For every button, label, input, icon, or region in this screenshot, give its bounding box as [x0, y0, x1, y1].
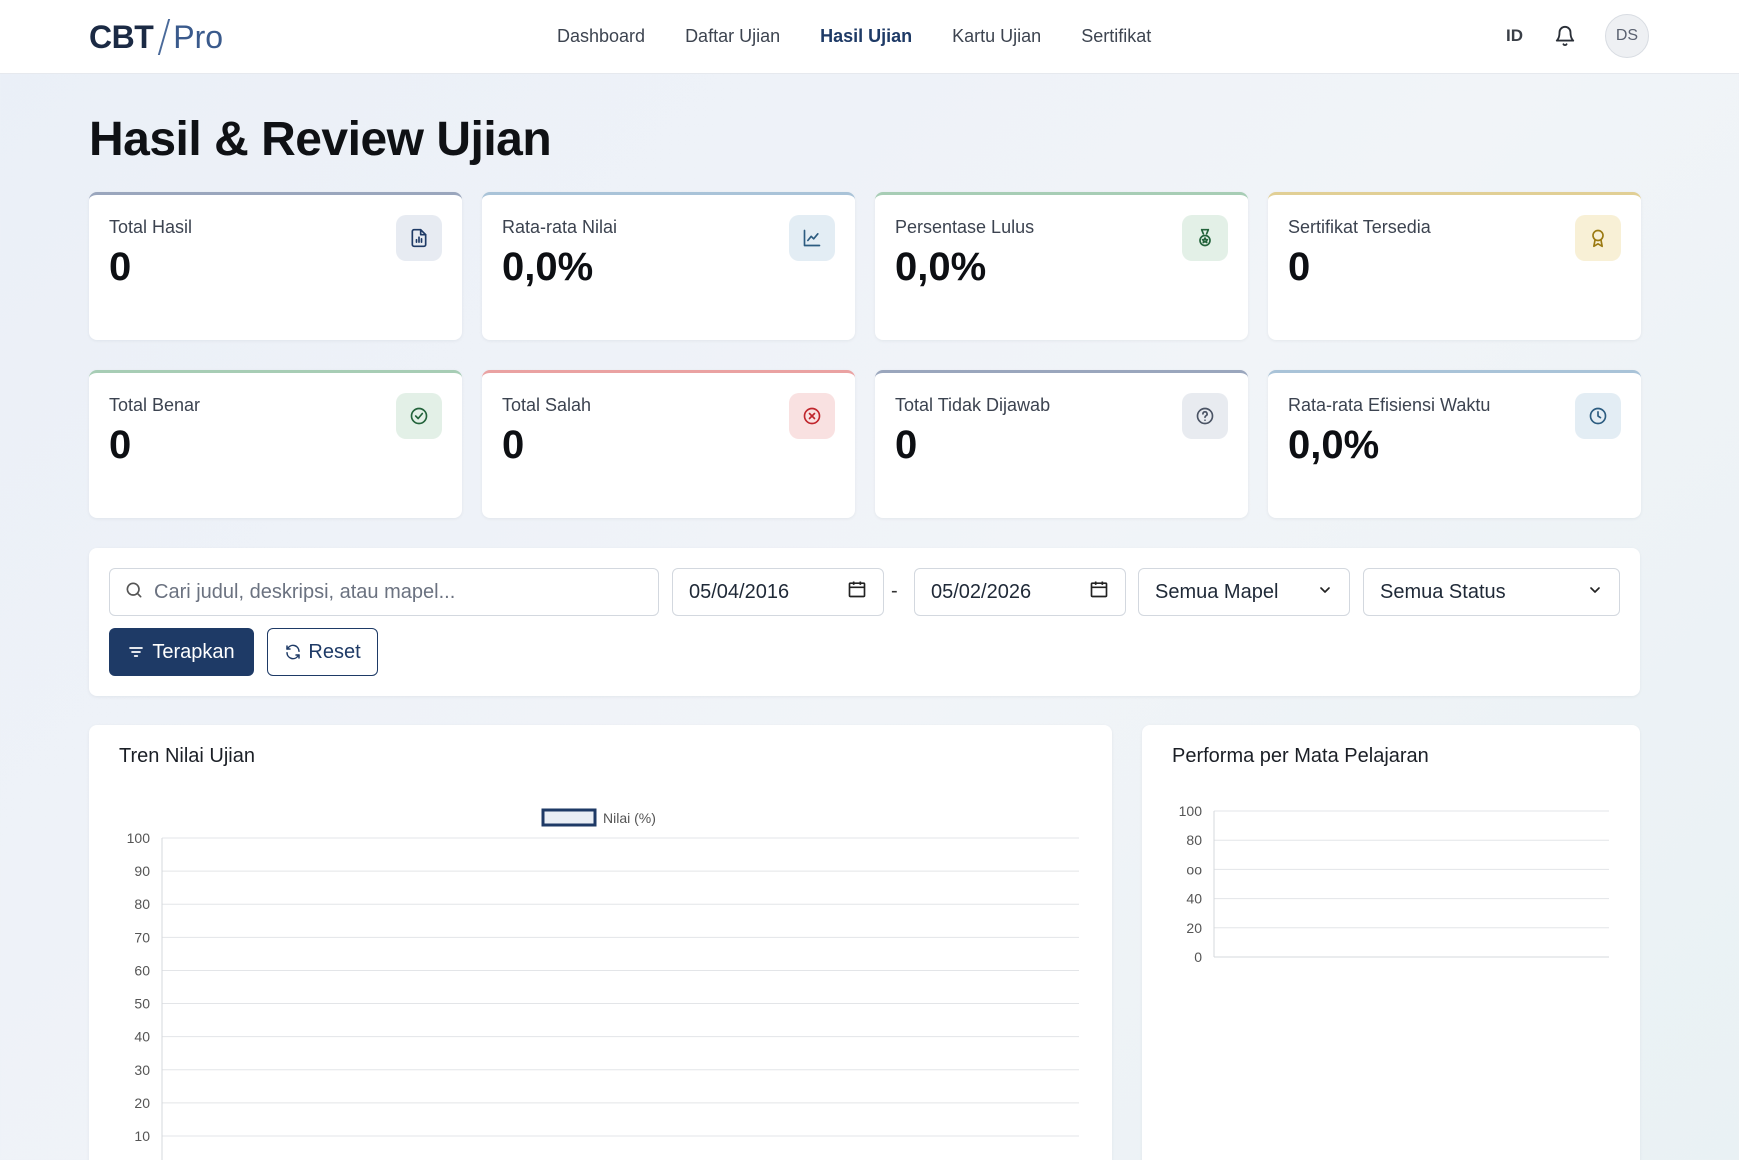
- stat-value: 0: [109, 423, 132, 467]
- y-tick-label: 60: [134, 962, 150, 978]
- y-tick-label: 20: [1186, 920, 1202, 936]
- y-tick-label: 0: [1194, 949, 1202, 965]
- legend-label: Nilai (%): [603, 810, 656, 826]
- trend-chart: 100 90 80 70 60 50 40 30 20 10 Nilai (%): [127, 808, 1079, 1160]
- status-select[interactable]: Semua Status: [1363, 568, 1620, 616]
- stat-value: 0: [502, 423, 525, 467]
- brand-name: CBT: [89, 18, 154, 55]
- stat-card-persentase-lulus: Persentase Lulus 0,0%: [875, 192, 1248, 340]
- clock-icon: [1575, 393, 1621, 439]
- y-tick-label: 40: [134, 1029, 150, 1045]
- stats-grid: Total Hasil 0 Rata-rata Nilai 0,0% Perse…: [89, 192, 1641, 518]
- report-icon: [396, 215, 442, 261]
- stat-label: Total Salah: [502, 395, 592, 415]
- date-from-field[interactable]: 05/04/2016: [672, 568, 884, 616]
- subject-chart: 100 80 oo 40 20 0: [1179, 803, 1609, 965]
- stat-card-total-tidak-dijawab: Total Tidak Dijawab 0: [875, 370, 1248, 518]
- stat-card-total-benar: Total Benar 0: [89, 370, 462, 518]
- nav-item-daftar-ujian[interactable]: Daftar Ujian: [685, 22, 780, 52]
- brand-suffix: Pro: [173, 18, 224, 55]
- apply-filter-label: Terapkan: [152, 640, 235, 663]
- language-switcher[interactable]: ID: [1506, 26, 1523, 46]
- stat-card-sertifikat-tersedia: Sertifikat Tersedia 0: [1268, 192, 1641, 340]
- stat-value: 0: [109, 245, 132, 289]
- legend-swatch[interactable]: [541, 808, 597, 827]
- y-tick-label: 30: [134, 1062, 150, 1078]
- calendar-icon[interactable]: [847, 579, 867, 605]
- search-box[interactable]: [109, 568, 659, 616]
- stat-value: 0,0%: [1288, 423, 1380, 467]
- date-to-field[interactable]: 05/02/2026: [914, 568, 1126, 616]
- stat-value: 0: [1288, 245, 1311, 289]
- y-tick-label: 10: [134, 1128, 150, 1144]
- nav-item-sertifikat[interactable]: Sertifikat: [1081, 22, 1151, 52]
- stat-card-rata-rata-nilai: Rata-rata Nilai 0,0%: [482, 192, 855, 340]
- date-separator: -: [891, 580, 898, 602]
- stat-label: Total Benar: [109, 395, 201, 415]
- reset-filter-label: Reset: [308, 640, 361, 663]
- y-tick-label: 80: [1186, 832, 1202, 848]
- stat-card-total-salah: Total Salah 0: [482, 370, 855, 518]
- chevron-down-icon: [1587, 581, 1603, 604]
- y-tick-label: 90: [134, 863, 150, 879]
- status-select-value: Semua Status: [1380, 580, 1506, 603]
- filter-icon: [128, 644, 144, 660]
- y-tick-label: 50: [134, 996, 150, 1012]
- stat-card-total-hasil: Total Hasil 0: [89, 192, 462, 340]
- stat-card-efisiensi-waktu: Rata-rata Efisiensi Waktu 0,0%: [1268, 370, 1641, 518]
- stat-label: Total Hasil: [109, 217, 193, 237]
- subject-chart-panel: Performa per Mata Pelajaran 100 80 oo 40 20 0: [1142, 725, 1640, 1160]
- subject-select-value: Semua Mapel: [1155, 580, 1279, 603]
- medal-icon: [1182, 215, 1228, 261]
- y-tick-label: 100: [127, 830, 151, 846]
- stat-value: 0,0%: [502, 245, 594, 289]
- y-tick-label: 100: [1179, 803, 1203, 819]
- y-tick-label: 20: [134, 1095, 150, 1111]
- top-navbar: CBT Pro Dashboard Daftar Ujian Hasil Uji…: [0, 0, 1739, 74]
- search-input[interactable]: [154, 580, 634, 604]
- avatar[interactable]: DS: [1605, 14, 1649, 58]
- nav-item-kartu-ujian[interactable]: Kartu Ujian: [952, 22, 1041, 52]
- subject-select[interactable]: Semua Mapel: [1138, 568, 1350, 616]
- brand-separator: [158, 19, 171, 55]
- page-title: Hasil & Review Ujian: [89, 113, 552, 166]
- stat-label: Persentase Lulus: [895, 217, 1035, 237]
- nav-item-hasil-ujian[interactable]: Hasil Ujian: [820, 22, 912, 52]
- y-tick-label: 70: [134, 929, 150, 945]
- award-icon: [1575, 215, 1621, 261]
- date-from-value: 05/04/2016: [689, 580, 790, 603]
- bell-icon[interactable]: [1553, 24, 1577, 48]
- y-tick-label: oo: [1186, 861, 1202, 877]
- nav-actions: ID DS: [1506, 14, 1649, 58]
- filter-panel: 05/04/2016 - 05/02/2026 Semua Mapel Semu…: [89, 548, 1640, 696]
- brand-logo[interactable]: CBT Pro: [89, 15, 223, 59]
- date-to-value: 05/02/2026: [931, 580, 1032, 603]
- nav-item-dashboard[interactable]: Dashboard: [557, 22, 645, 52]
- stat-label: Rata-rata Efisiensi Waktu: [1288, 395, 1491, 415]
- y-tick-label: 80: [134, 896, 150, 912]
- refresh-icon: [284, 643, 302, 661]
- x-circle-icon: [789, 393, 835, 439]
- question-circle-icon: [1182, 393, 1228, 439]
- chart-line-icon: [789, 215, 835, 261]
- reset-filter-button[interactable]: Reset: [267, 628, 378, 676]
- trend-chart-panel: Tren Nilai Ujian 100 90 80 70 60 50 40 30 20 10 Ni…: [89, 725, 1112, 1160]
- stat-label: Sertifikat Tersedia: [1288, 217, 1431, 237]
- calendar-icon[interactable]: [1089, 579, 1109, 605]
- search-icon: [124, 580, 144, 605]
- chevron-down-icon: [1317, 581, 1333, 604]
- apply-filter-button[interactable]: Terapkan: [109, 628, 254, 676]
- y-tick-label: 40: [1186, 891, 1202, 907]
- main-nav: Dashboard Daftar Ujian Hasil Ujian Kartu…: [557, 22, 1191, 52]
- stat-label: Rata-rata Nilai: [502, 217, 618, 237]
- stat-label: Total Tidak Dijawab: [895, 395, 1051, 415]
- stat-value: 0,0%: [895, 245, 987, 289]
- check-circle-icon: [396, 393, 442, 439]
- stat-value: 0: [895, 423, 918, 467]
